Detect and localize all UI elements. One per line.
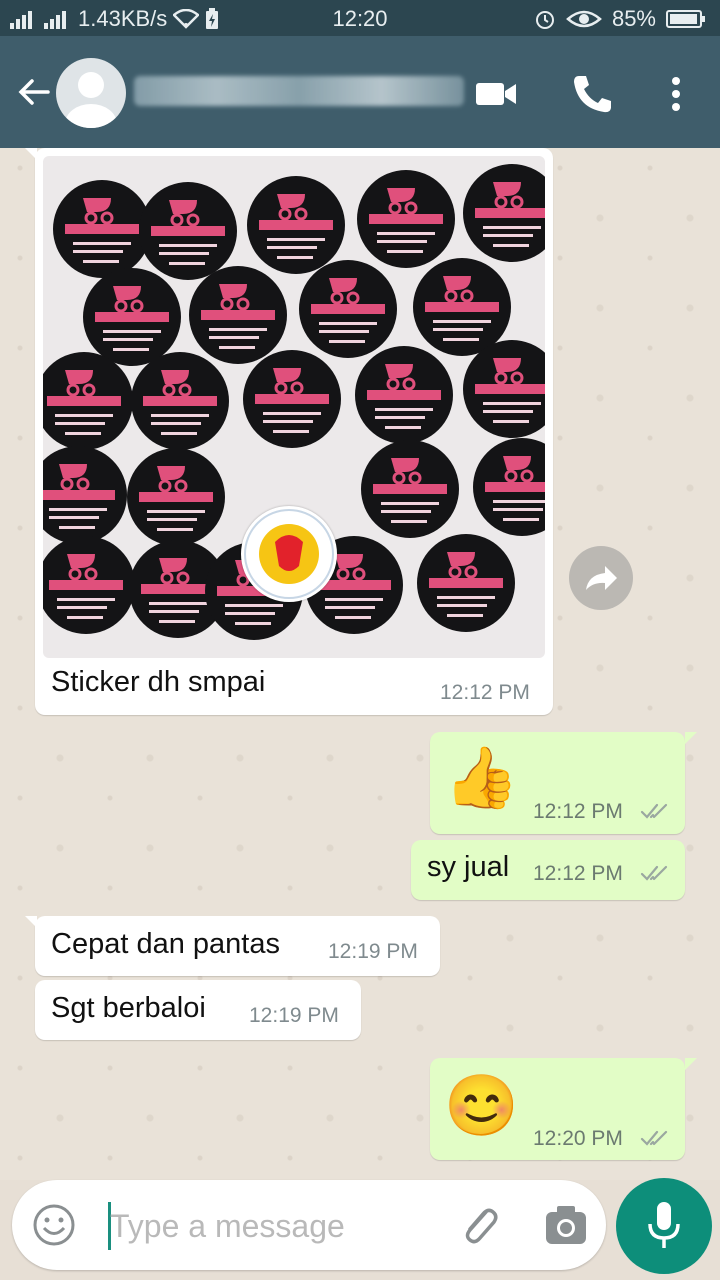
back-arrow-icon[interactable] xyxy=(14,72,54,112)
chat-area[interactable]: Sticker dh smpai 12:12 PM 👍 12:12 PM sy … xyxy=(0,148,720,1180)
message-time: 12:20 PM xyxy=(533,1127,623,1150)
bubble-tail xyxy=(685,1058,697,1070)
incoming-image-message[interactable]: Sticker dh smpai 12:12 PM xyxy=(35,148,553,715)
sticker-photo[interactable] xyxy=(43,156,545,658)
smiling-face-emoji: 😊 xyxy=(444,1072,519,1139)
double-check-icon xyxy=(640,1130,668,1146)
camera-icon[interactable] xyxy=(544,1204,588,1246)
phone-icon[interactable] xyxy=(570,72,614,116)
more-vert-icon[interactable] xyxy=(654,72,698,116)
message-text: Cepat dan pantas xyxy=(51,928,280,960)
double-check-icon xyxy=(640,865,668,881)
bubble-tail xyxy=(685,732,697,744)
double-check-icon xyxy=(640,803,668,819)
eye-icon xyxy=(566,10,602,28)
forward-button[interactable] xyxy=(569,546,633,610)
avatar-icon xyxy=(65,72,117,128)
outgoing-text-message[interactable]: sy jual 12:12 PM xyxy=(411,840,685,900)
message-time: 12:12 PM xyxy=(440,681,530,704)
thumbs-up-emoji: 👍 xyxy=(444,744,519,811)
battery-percent: 85% xyxy=(611,6,656,31)
forward-icon xyxy=(586,566,617,590)
incoming-text-message[interactable]: Sgt berbaloi 12:19 PM xyxy=(35,980,361,1040)
bubble-tail xyxy=(25,148,37,160)
message-caption: Sticker dh smpai xyxy=(51,666,266,698)
attach-icon[interactable] xyxy=(456,1202,502,1248)
alarm-icon xyxy=(535,11,554,29)
video-call-icon[interactable] xyxy=(474,72,518,116)
battery-icon xyxy=(666,10,705,28)
message-text: sy jual xyxy=(427,851,510,883)
microphone-icon xyxy=(648,1202,680,1248)
chat-header xyxy=(0,36,720,148)
message-time: 12:12 PM xyxy=(533,862,623,885)
bubble-tail xyxy=(25,916,37,928)
voice-record-button[interactable] xyxy=(616,1178,712,1274)
message-time: 12:12 PM xyxy=(533,800,623,823)
incoming-text-message[interactable]: Cepat dan pantas 12:19 PM xyxy=(35,916,440,976)
message-time: 12:19 PM xyxy=(249,1004,339,1027)
message-input[interactable]: Type a message xyxy=(110,1208,345,1245)
outgoing-emoji-message[interactable]: 👍 12:12 PM xyxy=(430,732,685,834)
sticker-shop-badge xyxy=(241,506,337,602)
emoji-icon[interactable] xyxy=(32,1203,76,1247)
message-time: 12:19 PM xyxy=(328,940,418,963)
message-text: Sgt berbaloi xyxy=(51,992,206,1024)
message-composer[interactable]: Type a message xyxy=(12,1180,606,1270)
clock: 12:20 xyxy=(332,6,388,31)
contact-name[interactable] xyxy=(134,76,464,106)
outgoing-emoji-message[interactable]: 😊 12:20 PM xyxy=(430,1058,685,1160)
avatar[interactable] xyxy=(56,58,126,128)
status-bar: 1.43KB/s 12:20 85% xyxy=(0,0,720,36)
